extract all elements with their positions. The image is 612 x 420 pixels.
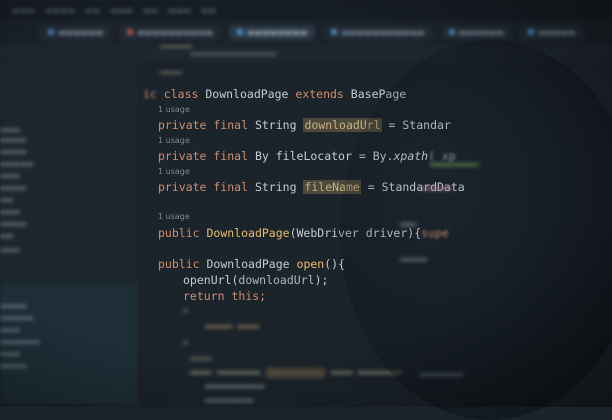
argument-token: downloadUrl [238, 273, 315, 287]
tree-item[interactable]: ▬▬▬ [0, 126, 20, 134]
keyword-token: class [163, 87, 199, 101]
faded-code-line: ▬▬▬▬ [190, 354, 212, 364]
type-token: DownloadPage [206, 257, 290, 271]
faded-code-line: ▬ [183, 338, 189, 348]
menu-item[interactable]: ▬▬ [143, 6, 158, 15]
file-icon [527, 29, 534, 35]
class-name-token: DownloadPage [205, 87, 289, 101]
faded-code-line: ▬▬▬▬▬ ▬▬▬▬ [205, 322, 260, 332]
method-declaration-line[interactable]: public DownloadPage open(){ [158, 257, 345, 271]
menu-item[interactable]: ▬▬▬ [110, 6, 133, 15]
field-declaration-line[interactable]: private final String fileName = Standard… [158, 180, 465, 194]
editor-tab[interactable]: ▬▬▬▬▬▬▬▬▬▬▬ [323, 25, 433, 40]
usage-hint[interactable]: 1 usage [158, 105, 190, 114]
return-line[interactable]: return this; [183, 289, 266, 303]
tree-item[interactable]: ▬▬▬▬ [0, 220, 26, 228]
faded-code-fragment: ▬▬▬▬▬▬ [420, 184, 453, 194]
keyword-token: ic [143, 87, 157, 101]
menu-bar: ▬▬▬ ▬▬▬▬ ▬▬ ▬▬▬ ▬▬ ▬▬▬ ▬▬ [0, 0, 612, 20]
tree-item[interactable]: ▬▬▬▬ [0, 148, 26, 156]
faded-code-line: ▬▬▬▬ [160, 68, 182, 78]
menu-item[interactable]: ▬▬▬ [168, 6, 191, 15]
tree-item[interactable]: ▬▬▬▬ [0, 302, 26, 310]
code-token: = Standar [381, 118, 451, 132]
tree-item[interactable]: ▬▬▬ [0, 246, 20, 254]
method-token: open [296, 257, 325, 271]
editor-tab-bar: ▬▬▬▬▬▬ ▬▬▬▬▬▬▬▬▬▬ ▬▬▬▬▬▬▬▬ ▬▬▬▬▬▬▬▬▬▬▬ ▬… [0, 20, 612, 46]
file-icon [236, 29, 243, 35]
editor-tab[interactable]: ▬▬▬▬▬▬ [440, 25, 512, 40]
type-token: String [254, 118, 297, 132]
breadcrumb: ▬▬▬▬▬▬▬▬▬▬▬▬▬ [0, 46, 612, 62]
field-token: fileLocator [275, 149, 352, 163]
faded-code-line: ▬▬▬▬▬▬▬▬▬▬▬ [205, 382, 265, 392]
keyword-token: supe [421, 226, 449, 240]
faded-code-fragment: ▬▬▬ [400, 220, 417, 230]
tree-item[interactable]: ▬▬▬▬ [0, 136, 26, 144]
keyword-token: return [183, 289, 225, 303]
code-token: ); [314, 273, 329, 287]
faded-code-line: ▬▬▬▬▬▬▬▬▬ [205, 396, 254, 406]
menu-item[interactable]: ▬▬ [201, 6, 216, 15]
file-icon [448, 29, 455, 35]
tree-item[interactable]: ▬▬▬ [0, 326, 20, 334]
project-sidebar: ▬▬▬ ▬▬▬▬ ▬▬▬▬ ▬▬▬▬▬ ▬▬▬ ▬▬▬▬ ▬▬ ▬▬▬ ▬▬▬▬… [0, 62, 139, 407]
call-token: openUrl( [183, 273, 239, 287]
faded-code-fragment: ▬▬▬▬▬▬▬▬▬ [430, 160, 479, 170]
tree-item[interactable]: ▬▬▬▬▬▬ [0, 338, 40, 346]
file-icon [127, 29, 134, 35]
type-token: By [254, 149, 269, 163]
method-token: DownloadPage [206, 226, 290, 240]
line-number-gutter [138, 62, 152, 407]
menu-item[interactable]: ▬▬ [85, 6, 100, 15]
file-icon [48, 29, 54, 35]
highlighted-field-token: fileName [303, 180, 361, 194]
faded-code-line: ▬▬▬▬ ▬▬▬▬▬▬▬▬ ▬▬▬▬▬▬▬▬▬▬▬ ▬▬▬▬ ▬▬▬▬▬▬▬▬ [190, 368, 402, 378]
modifier-token: private final [158, 180, 249, 194]
editor-tab[interactable]: ▬▬▬▬▬ [519, 25, 584, 40]
tree-item[interactable]: ▬▬▬ [0, 172, 20, 180]
faded-code-fragment: ▬▬▬▬▬ [400, 255, 428, 265]
tree-item[interactable]: ▬▬▬ [0, 350, 20, 358]
method-token: xpath [393, 149, 429, 163]
faded-code-fragment: ▬▬▬▬▬▬▬▬ [420, 370, 464, 380]
file-icon [331, 29, 338, 35]
keyword-token: extends [295, 87, 344, 101]
usage-hint[interactable]: 1 usage [158, 136, 190, 145]
modifier-token: public [158, 226, 200, 240]
field-declaration-line[interactable]: private final String downloadUrl = Stand… [158, 118, 451, 132]
type-token: String [254, 180, 297, 194]
method-call-line[interactable]: openUrl(downloadUrl); [183, 273, 328, 287]
editor-tab[interactable]: ▬▬▬▬▬▬ [40, 25, 112, 40]
faded-code-line: ▬ [183, 306, 189, 316]
tree-item[interactable]: ▬▬▬▬ [0, 184, 26, 192]
menu-item[interactable]: ▬▬▬▬ [45, 6, 75, 15]
code-token: (){ [324, 257, 345, 271]
editor-tab[interactable]: ▬▬▬▬▬▬▬▬▬▬ [119, 25, 221, 40]
tree-item[interactable]: ▬▬▬▬▬ [0, 160, 33, 168]
field-declaration-line[interactable]: private final By fileLocator = By.xpath(… [158, 149, 456, 163]
tree-item[interactable]: ▬▬▬ [0, 208, 20, 216]
tree-item[interactable]: ▬▬ [0, 196, 13, 204]
editor-tab-active[interactable]: ▬▬▬▬▬▬▬▬ [228, 25, 316, 40]
usage-hint[interactable]: 1 usage [158, 212, 190, 221]
faded-code-line: ▬▬▬▬▬▬ [160, 42, 193, 52]
modifier-token: public [158, 257, 200, 271]
menu-item[interactable]: ▬▬▬ [12, 6, 35, 15]
tree-item[interactable]: ▬▬ [0, 232, 13, 240]
modifier-token: private final [158, 149, 249, 163]
tree-item[interactable]: ▬▬▬▬ [0, 362, 26, 370]
highlighted-field-token: downloadUrl [303, 118, 382, 132]
parent-class-token: BasePage [350, 87, 407, 101]
usage-hint[interactable]: 1 usage [158, 167, 190, 176]
code-token: = By. [351, 149, 394, 163]
tree-item[interactable]: ▬▬▬▬▬ [0, 314, 33, 322]
code-token: this; [224, 289, 267, 303]
class-declaration-line[interactable]: ic class DownloadPage extends BasePage [143, 87, 406, 101]
modifier-token: private final [158, 118, 249, 132]
